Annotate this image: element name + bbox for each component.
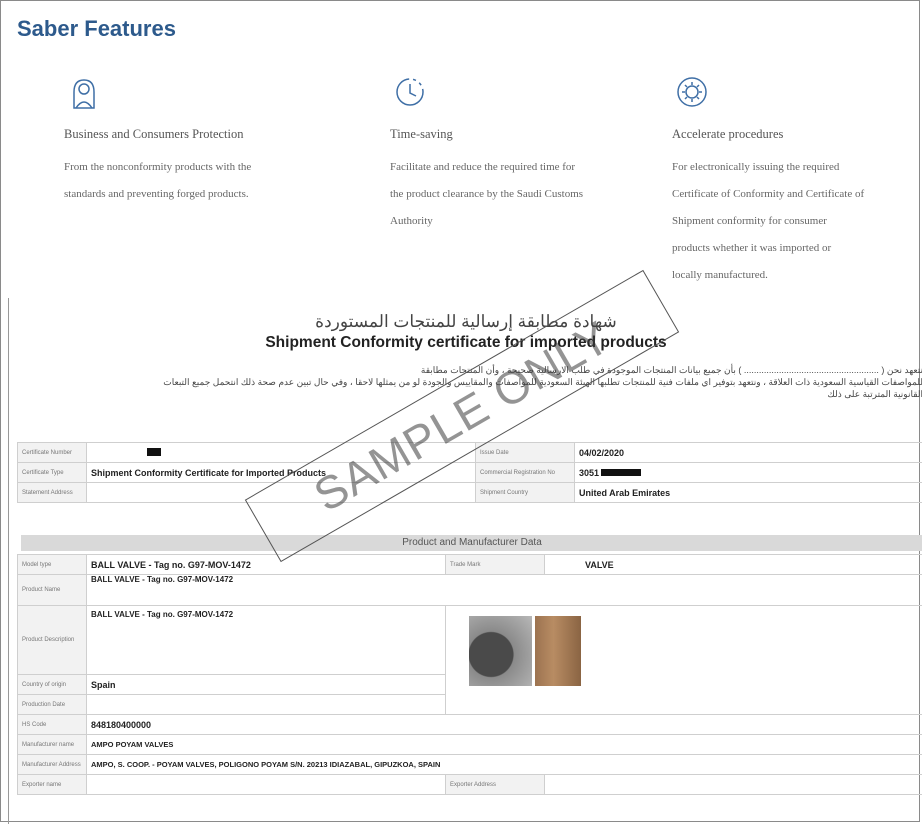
certificate-arabic-title: شهادة مطابقة إرسالية للمنتجات المستوردة [315, 312, 617, 331]
certificate-english-title: Shipment Conformity certificate for impo… [265, 334, 667, 351]
feature-description: From the nonconformity products with the… [64, 161, 252, 200]
product-photo-crate [535, 616, 581, 686]
feature-description: For electronically issuing the required C… [672, 161, 865, 281]
feature-time-saving: Time-saving Facilitate and reduce the re… [390, 72, 640, 235]
feature-business-protection: Business and Consumers Protection From t… [64, 72, 314, 208]
clock-icon [396, 78, 424, 106]
feature-accelerate-procedures: Accelerate procedures For electronically… [672, 72, 922, 289]
product-photo-valve [469, 616, 532, 686]
section-header: Product and Manufacturer Data [21, 535, 922, 551]
feature-description: Facilitate and reduce the required time … [390, 161, 584, 227]
gear-cycle-icon [677, 77, 707, 107]
feature-title: Time-saving [390, 127, 453, 141]
feature-title: Business and Consumers Protection [64, 127, 244, 141]
page-title: Saber Features [17, 16, 176, 41]
feature-title: Accelerate procedures [672, 127, 784, 141]
person-shield-icon [73, 79, 95, 109]
